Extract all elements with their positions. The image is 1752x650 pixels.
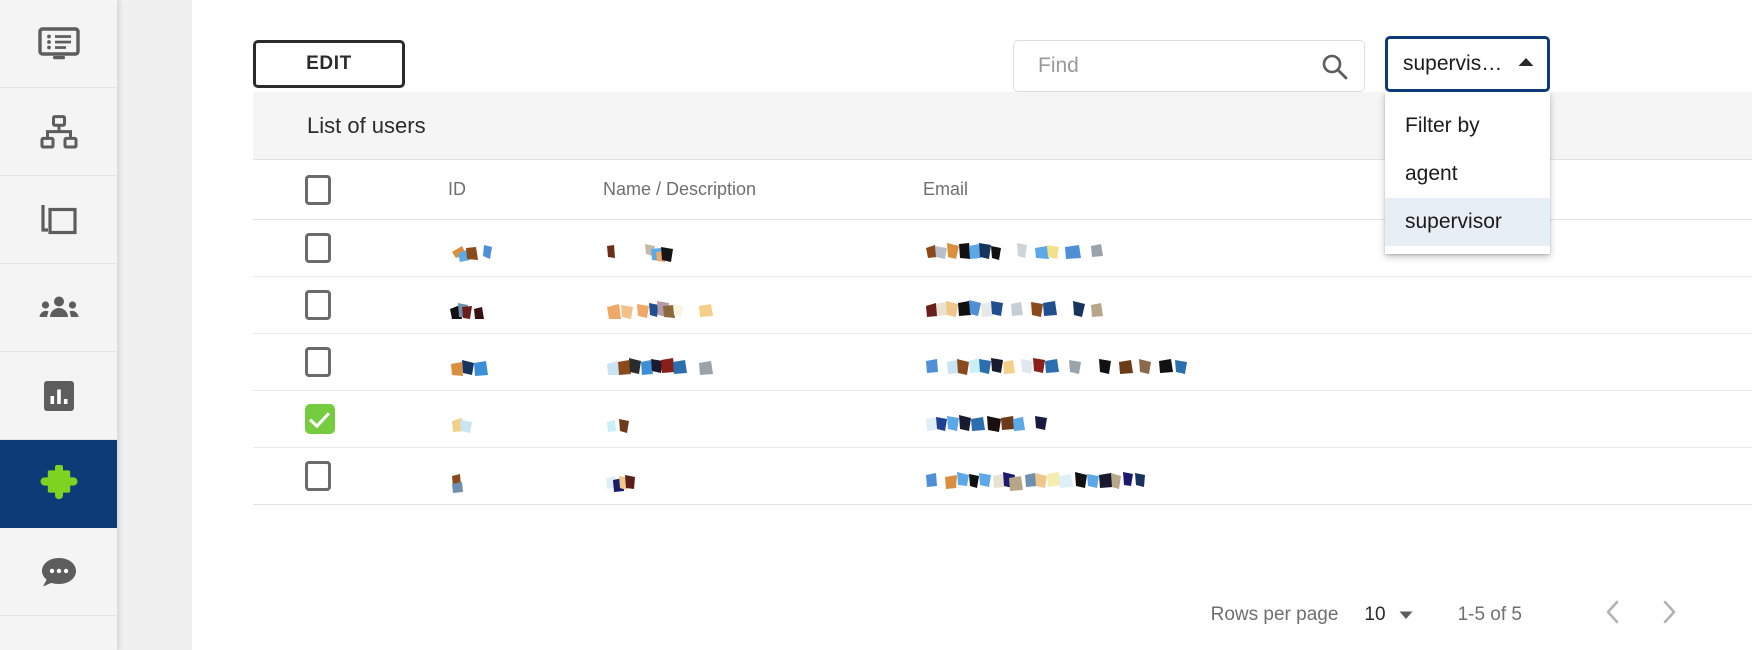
table-title: List of users	[307, 112, 426, 138]
search-icon[interactable]	[1315, 53, 1370, 80]
chevron-up-icon[interactable]	[1517, 55, 1535, 73]
edit-button[interactable]: EDIT	[253, 40, 405, 88]
filter-selected-value: supervis…	[1403, 52, 1503, 75]
table-row[interactable]	[253, 448, 1752, 505]
filter-option-supervisor[interactable]: supervisor	[1385, 198, 1550, 246]
chevron-left-icon	[1604, 599, 1622, 631]
main-content: EDIT supervis…	[192, 0, 1752, 650]
filter-options-menu: Filter by agent supervisor	[1385, 92, 1550, 254]
content-gutter	[118, 0, 192, 650]
column-header-name[interactable]: Name / Description	[603, 179, 923, 200]
previous-page-button[interactable]	[1596, 598, 1630, 632]
next-page-button[interactable]	[1652, 598, 1686, 632]
row-checkbox[interactable]	[305, 404, 335, 434]
chevron-down-icon	[1398, 604, 1414, 626]
select-all-checkbox[interactable]	[305, 174, 331, 205]
sidebar-item-topology[interactable]	[0, 88, 117, 176]
table-row[interactable]	[253, 391, 1752, 448]
table-row[interactable]	[253, 334, 1752, 391]
page-range-label: 1-5 of 5	[1457, 604, 1522, 625]
sidebar-item-dashboard[interactable]	[0, 0, 117, 88]
bar-chart-icon	[43, 380, 74, 411]
chat-bubble-icon	[39, 555, 79, 589]
search-input[interactable]	[1014, 54, 1315, 78]
sidebar-item-users[interactable]	[0, 264, 117, 352]
search-field[interactable]	[1013, 40, 1365, 92]
toolbar: EDIT supervis…	[253, 10, 1752, 254]
column-header-id[interactable]: ID	[448, 179, 603, 200]
filter-option-agent[interactable]: agent	[1385, 150, 1550, 198]
row-checkbox[interactable]	[305, 461, 331, 491]
row-checkbox[interactable]	[305, 290, 331, 320]
chevron-right-icon	[1660, 599, 1678, 631]
rows-per-page-select[interactable]: 10	[1364, 604, 1413, 626]
row-select-cell	[253, 347, 448, 377]
row-checkbox[interactable]	[305, 347, 331, 377]
row-select-cell	[253, 461, 448, 491]
filter-option-filter-by[interactable]: Filter by	[1385, 102, 1550, 150]
puzzle-piece-icon	[39, 464, 79, 503]
monitor-list-icon	[37, 26, 80, 61]
sidebar-item-reports[interactable]	[0, 352, 117, 440]
rows-per-page-value: 10	[1364, 604, 1386, 625]
column-header-email[interactable]: Email	[923, 179, 1752, 200]
filter-dropdown: supervis… Filter by agent supervisor	[1385, 36, 1550, 254]
filter-select-trigger[interactable]: supervis…	[1385, 36, 1550, 92]
copy-windows-icon	[39, 202, 79, 238]
row-select-cell	[253, 290, 448, 320]
row-checkbox[interactable]	[305, 233, 331, 263]
sidebar-item-plugins[interactable]	[0, 440, 117, 528]
row-select-cell	[253, 404, 448, 434]
sitemap-icon	[39, 114, 79, 149]
header-select-all-cell	[253, 174, 448, 205]
sidebar-item-chat[interactable]	[0, 528, 117, 616]
sidebar-nav	[0, 0, 118, 650]
rows-per-page-label: Rows per page	[1210, 604, 1339, 625]
app-root: EDIT supervis…	[0, 0, 1752, 650]
people-group-icon	[38, 295, 80, 321]
table-row[interactable]	[253, 277, 1752, 334]
row-select-cell	[253, 233, 448, 263]
sidebar-item-windows[interactable]	[0, 176, 117, 264]
pagination-bar: Rows per page 10 1-5 of 5	[253, 580, 1752, 650]
